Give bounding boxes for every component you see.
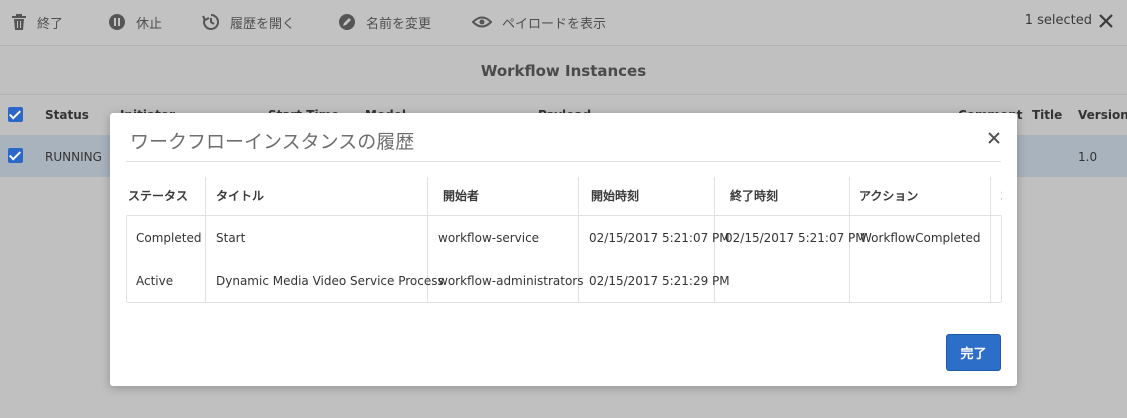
eye-icon	[472, 16, 492, 28]
cell-start-time: 02/15/2017 5:21:07 PM	[589, 231, 730, 245]
row-version: 1.0	[1078, 150, 1098, 164]
page-title: Workflow Instances	[0, 47, 1127, 95]
open-history-label: 履歴を開く	[230, 16, 296, 32]
history-dialog: ワークフローインスタンスの履歴 ステータス タイトル 開始者 開始時刻 終了時刻…	[110, 113, 1017, 386]
close-icon[interactable]	[987, 131, 1001, 145]
column-end-time[interactable]: 終了時刻	[730, 187, 778, 204]
cell-end-time: 02/15/2017 5:21:07 PM	[725, 231, 866, 245]
pencil-icon	[339, 14, 355, 30]
cell-start-time: 02/15/2017 5:21:29 PM	[589, 274, 730, 288]
done-button[interactable]: 完了	[946, 334, 1001, 371]
pause-icon	[109, 14, 125, 30]
view-payload-label: ペイロードを表示	[502, 16, 607, 32]
dialog-divider	[126, 161, 1001, 162]
cell-title: Start	[216, 231, 246, 245]
suspend-label: 休止	[136, 16, 163, 32]
history-table: ステータス タイトル 開始者 開始時刻 終了時刻 アクション コ Complet…	[126, 177, 1002, 303]
column-status[interactable]: Status	[45, 108, 89, 122]
cell-initiator: workflow-service	[438, 231, 540, 245]
column-divider	[205, 177, 206, 303]
cell-action: WorkflowCompleted	[860, 231, 981, 245]
view-payload-button[interactable]: ペイロードを表示	[472, 11, 606, 33]
column-title[interactable]: Title	[1032, 108, 1062, 122]
history-icon	[202, 13, 220, 30]
column-comment[interactable]: コ	[1000, 187, 1002, 204]
history-table-body	[126, 215, 1002, 303]
rename-label: 名前を変更	[366, 16, 432, 32]
terminate-button[interactable]: 終了	[11, 11, 63, 33]
rename-button[interactable]: 名前を変更	[338, 11, 431, 33]
terminate-label: 終了	[37, 16, 64, 32]
column-action[interactable]: アクション	[859, 187, 918, 204]
selection-count: 1 selected	[1024, 13, 1092, 28]
cell-initiator: workflow-administrators	[438, 274, 584, 288]
cell-title: Dynamic Media Video Service Process	[216, 274, 444, 288]
trash-icon	[12, 14, 26, 30]
column-title[interactable]: タイトル	[216, 187, 264, 204]
column-start-time[interactable]: 開始時刻	[591, 187, 639, 204]
history-table-header: ステータス タイトル 開始者 開始時刻 終了時刻 アクション コ	[126, 177, 1002, 215]
select-all-checkbox[interactable]	[8, 107, 23, 122]
column-divider	[990, 177, 991, 303]
suspend-button[interactable]: 休止	[108, 11, 162, 33]
dialog-title: ワークフローインスタンスの履歴	[130, 131, 415, 153]
action-toolbar: 終了 休止 履歴を開く 名前を変更 ペイロードを表示 1 selected	[0, 0, 1127, 46]
column-version[interactable]: Version	[1078, 108, 1127, 122]
column-initiator[interactable]: 開始者	[443, 187, 479, 204]
row-status: RUNNING	[45, 150, 102, 164]
cell-status: Active	[136, 274, 174, 288]
open-history-button[interactable]: 履歴を開く	[202, 11, 295, 33]
close-icon[interactable]	[1097, 12, 1115, 30]
column-status[interactable]: ステータス	[128, 187, 188, 204]
cell-status: Completed	[136, 231, 202, 245]
row-checkbox[interactable]	[8, 148, 23, 163]
